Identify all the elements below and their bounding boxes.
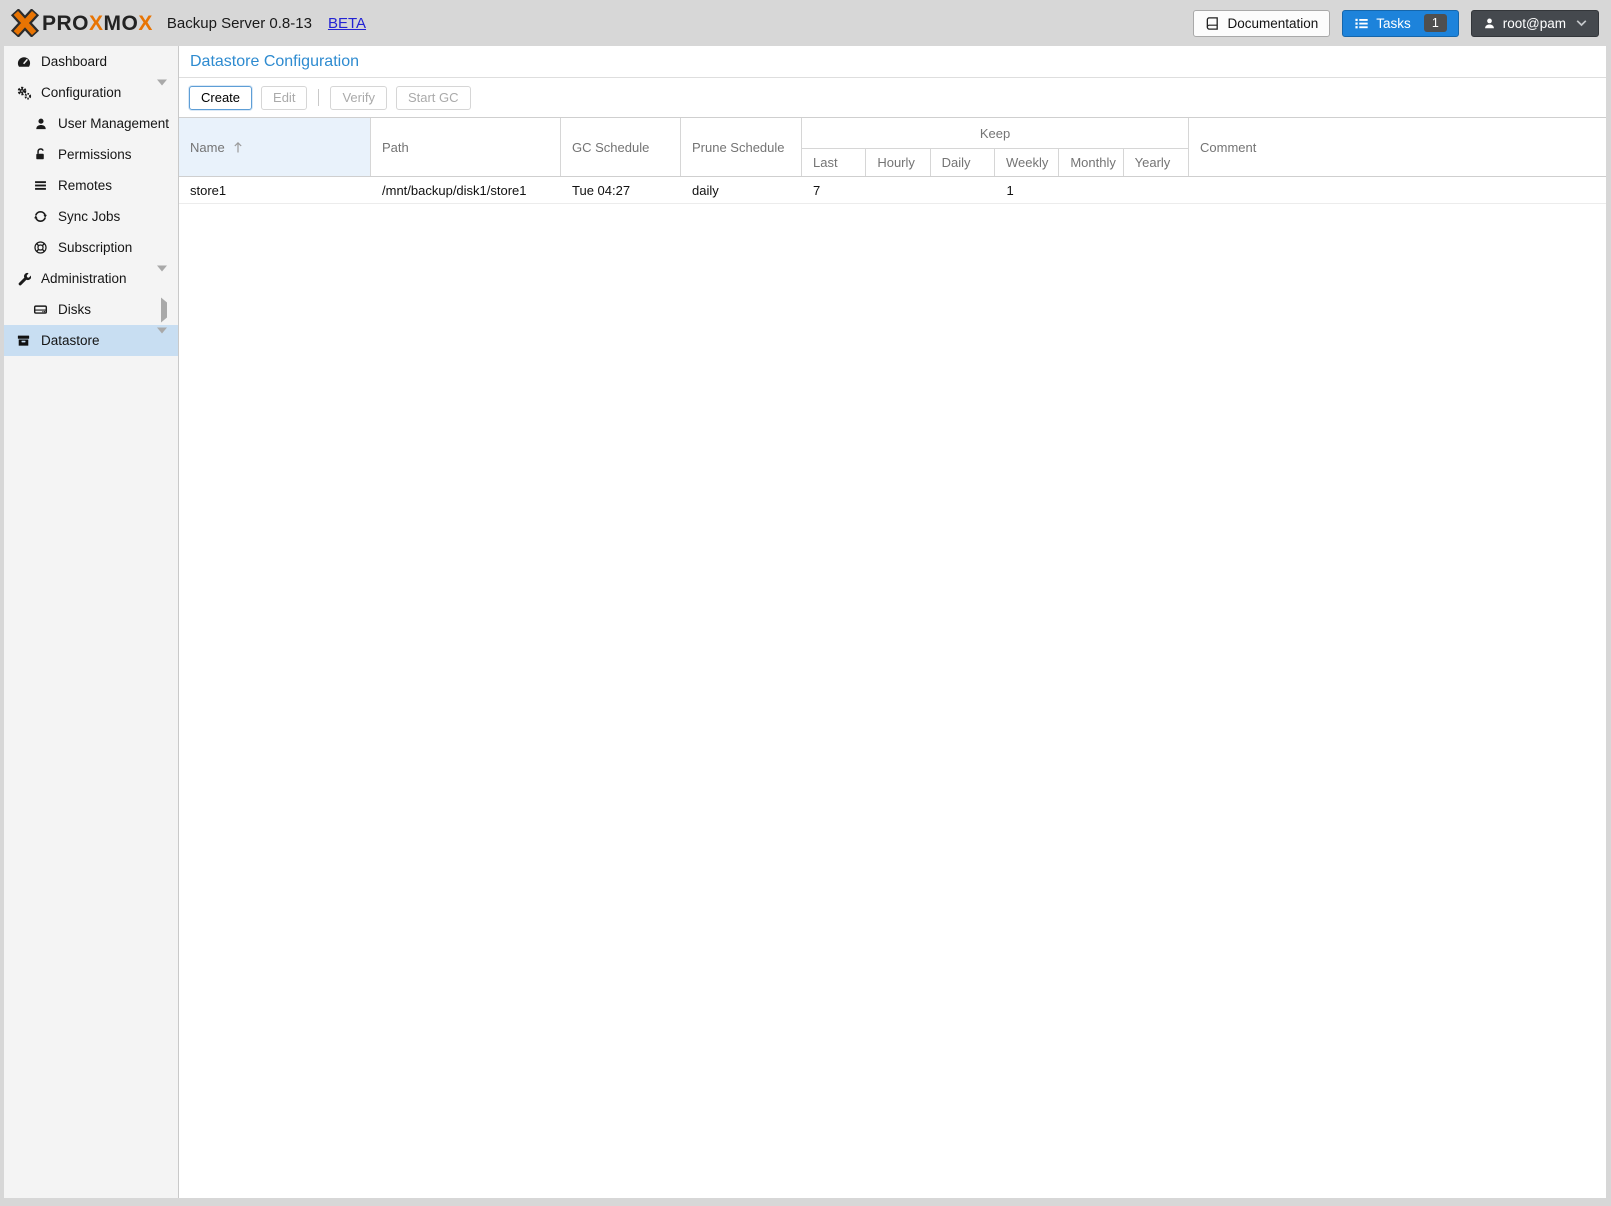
task-list-icon bbox=[1354, 16, 1369, 31]
chevron-down-icon[interactable] bbox=[157, 271, 167, 286]
user-icon bbox=[32, 117, 49, 131]
gears-icon bbox=[15, 85, 32, 101]
chevron-down-icon[interactable] bbox=[157, 85, 167, 100]
hard-disk-icon bbox=[32, 302, 49, 317]
verify-button[interactable]: Verify bbox=[330, 86, 387, 110]
proxmox-x-icon bbox=[10, 9, 40, 37]
tasks-count-badge: 1 bbox=[1424, 14, 1447, 32]
column-header-keep-monthly[interactable]: Monthly bbox=[1059, 149, 1123, 176]
table-header: Name Path GC Schedule Prune Schedule Kee… bbox=[179, 117, 1606, 177]
documentation-button[interactable]: Documentation bbox=[1193, 10, 1330, 37]
chevron-down-icon bbox=[1576, 19, 1587, 27]
dashboard-icon bbox=[15, 54, 32, 70]
book-icon bbox=[1205, 16, 1220, 31]
main-panel: Datastore Configuration Create Edit Veri… bbox=[178, 46, 1606, 1198]
sidebar-item-administration[interactable]: Administration bbox=[4, 263, 178, 294]
sidebar-nav: Dashboard Configuration User Management bbox=[4, 46, 178, 1198]
archive-box-icon bbox=[15, 333, 32, 348]
tasks-button[interactable]: Tasks 1 bbox=[1342, 10, 1458, 37]
cell-keep-last: 7 bbox=[802, 183, 867, 198]
list-icon bbox=[32, 178, 49, 193]
user-menu-button[interactable]: root@pam bbox=[1471, 10, 1599, 37]
sidebar-item-dashboard[interactable]: Dashboard bbox=[4, 46, 178, 77]
sidebar-item-permissions[interactable]: Permissions bbox=[4, 139, 178, 170]
chevron-down-icon[interactable] bbox=[157, 333, 167, 348]
keep-group-label: Keep bbox=[802, 118, 1188, 149]
topbar-actions: Documentation Tasks 1 root@pam bbox=[1193, 10, 1601, 37]
chevron-right-icon[interactable] bbox=[161, 302, 167, 317]
column-header-keep-yearly[interactable]: Yearly bbox=[1124, 149, 1188, 176]
table-row[interactable]: store1 /mnt/backup/disk1/store1 Tue 04:2… bbox=[179, 177, 1606, 204]
cell-path: /mnt/backup/disk1/store1 bbox=[371, 183, 561, 198]
edit-button[interactable]: Edit bbox=[261, 86, 307, 110]
column-header-comment[interactable]: Comment bbox=[1189, 118, 1606, 176]
proxmox-wordmark: PROXMOX bbox=[42, 13, 153, 34]
column-header-prune-schedule[interactable]: Prune Schedule bbox=[681, 118, 802, 176]
column-group-keep: Keep Last Hourly Daily Weekly Monthly Ye… bbox=[802, 118, 1189, 176]
cell-gc-schedule: Tue 04:27 bbox=[561, 183, 681, 198]
life-ring-icon bbox=[32, 240, 49, 255]
create-button[interactable]: Create bbox=[189, 86, 252, 110]
user-icon bbox=[1483, 17, 1496, 30]
sidebar-item-sync-jobs[interactable]: Sync Jobs bbox=[4, 201, 178, 232]
column-header-keep-weekly[interactable]: Weekly bbox=[995, 149, 1059, 176]
start-gc-button[interactable]: Start GC bbox=[396, 86, 471, 110]
unlock-icon bbox=[32, 147, 49, 162]
toolbar-separator bbox=[318, 89, 319, 106]
cell-prune-schedule: daily bbox=[681, 183, 802, 198]
cell-keep-weekly: 1 bbox=[996, 183, 1061, 198]
beta-link[interactable]: BETA bbox=[328, 15, 366, 32]
cell-name: store1 bbox=[179, 183, 371, 198]
sidebar-item-disks[interactable]: Disks bbox=[4, 294, 178, 325]
sync-icon bbox=[32, 209, 49, 224]
sort-ascending-icon bbox=[232, 141, 244, 154]
sidebar-item-user-management[interactable]: User Management bbox=[4, 108, 178, 139]
sidebar-item-configuration[interactable]: Configuration bbox=[4, 77, 178, 108]
product-title: Backup Server 0.8-13 bbox=[167, 15, 312, 32]
sidebar-item-datastore[interactable]: Datastore bbox=[4, 325, 178, 356]
column-header-name[interactable]: Name bbox=[179, 118, 371, 176]
page-title: Datastore Configuration bbox=[179, 46, 1606, 78]
column-header-keep-last[interactable]: Last bbox=[802, 149, 866, 176]
column-header-gc-schedule[interactable]: GC Schedule bbox=[561, 118, 681, 176]
proxmox-logo: PROXMOX bbox=[10, 9, 153, 37]
column-header-keep-hourly[interactable]: Hourly bbox=[866, 149, 930, 176]
sidebar-item-remotes[interactable]: Remotes bbox=[4, 170, 178, 201]
top-bar: PROXMOX Backup Server 0.8-13 BETA Docume… bbox=[0, 0, 1611, 46]
wrench-icon bbox=[15, 271, 32, 286]
column-header-keep-daily[interactable]: Daily bbox=[931, 149, 995, 176]
sidebar-item-subscription[interactable]: Subscription bbox=[4, 232, 178, 263]
column-header-path[interactable]: Path bbox=[371, 118, 561, 176]
toolbar: Create Edit Verify Start GC bbox=[179, 78, 1606, 117]
